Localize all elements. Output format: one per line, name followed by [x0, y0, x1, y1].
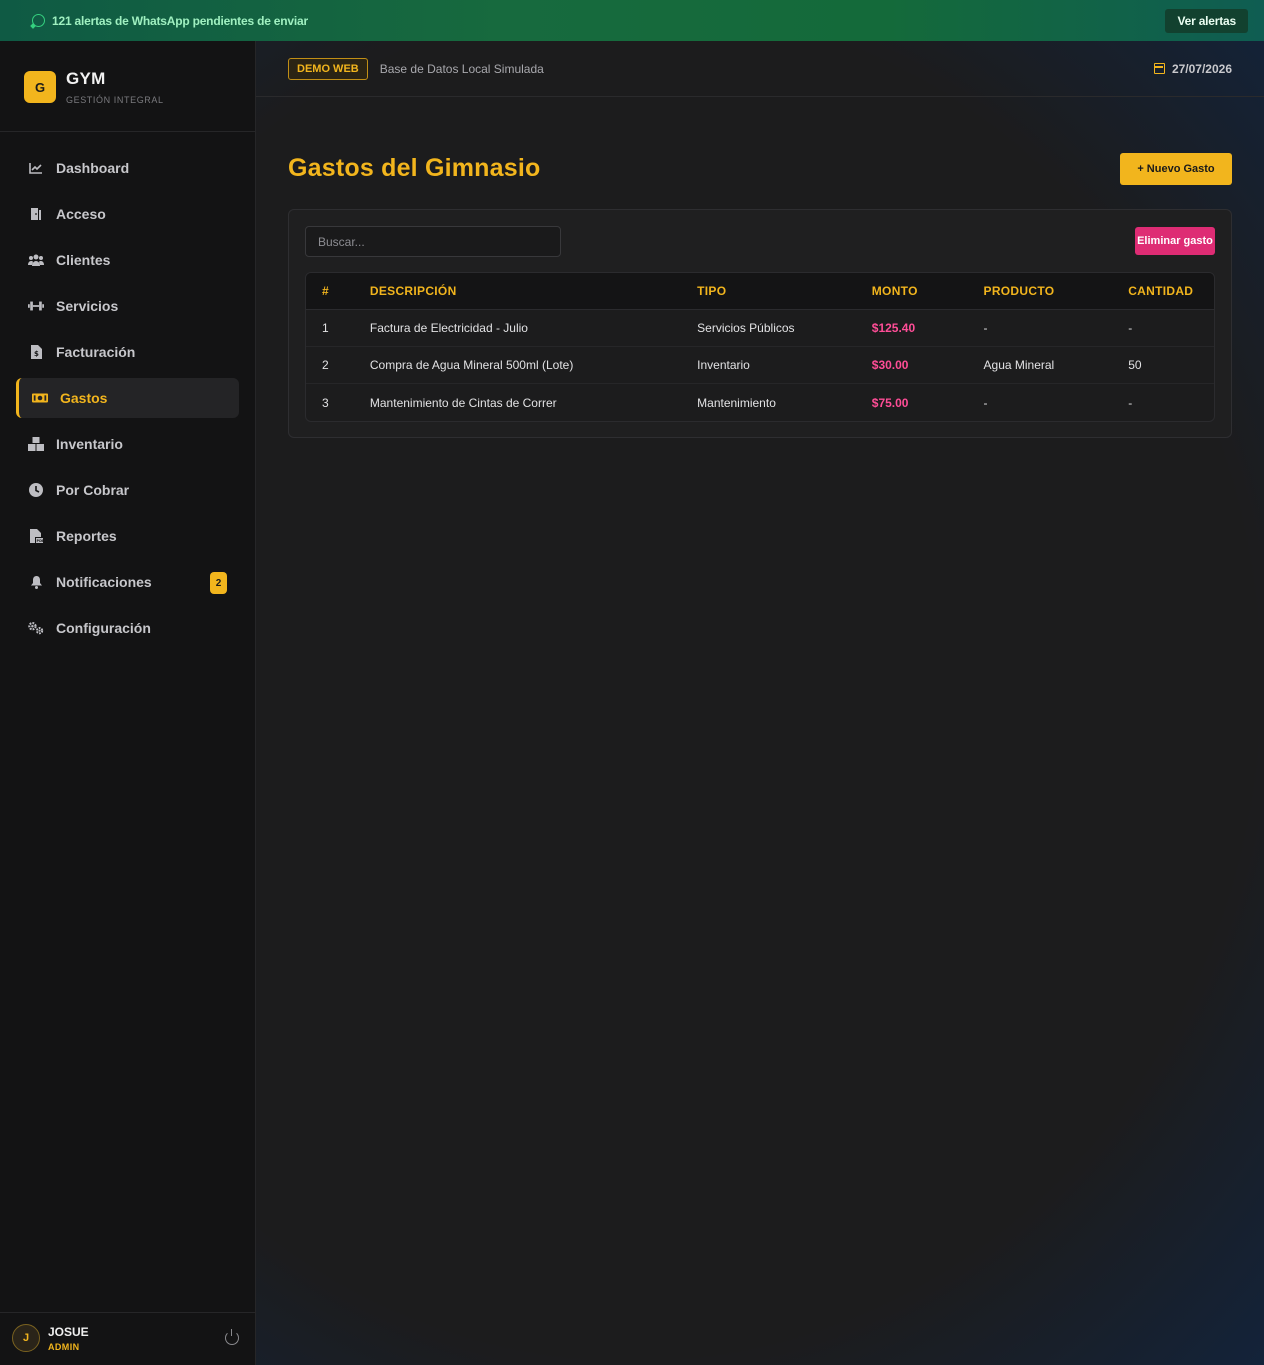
table-row[interactable]: 2 Compra de Agua Mineral 500ml (Lote) In…	[306, 347, 1214, 384]
sidebar-item-label: Inventario	[56, 436, 123, 452]
svg-text:PDF: PDF	[36, 539, 43, 543]
sidebar-item-clientes[interactable]: Clientes	[16, 240, 239, 280]
power-icon[interactable]	[225, 1329, 239, 1345]
brand-divider	[0, 131, 255, 132]
date-text: 27/07/2026	[1171, 61, 1232, 76]
user-divider	[0, 1312, 255, 1313]
column-header-product[interactable]: PRODUCTO	[984, 284, 1129, 298]
gears-icon	[28, 621, 44, 635]
sidebar-item-notificaciones[interactable]: Notificaciones 2	[16, 562, 239, 602]
sidebar-item-label: Clientes	[56, 252, 111, 268]
invoice-icon: $	[28, 345, 44, 359]
cell-quantity: -	[1128, 395, 1133, 410]
cell-product: Agua Mineral	[983, 358, 1055, 372]
demo-badge: DEMO WEB	[288, 57, 368, 80]
database-status: Base de Datos Local Simulada	[379, 61, 544, 76]
sidebar-item-reportes[interactable]: PDF Reportes	[16, 516, 239, 556]
app-window: 121 alertas de WhatsApp pendientes de en…	[0, 0, 1264, 1365]
brand-logo: G	[24, 71, 56, 103]
cell-amount: $75.00	[871, 395, 909, 410]
search-input[interactable]	[305, 226, 561, 257]
sidebar-item-label: Notificaciones	[56, 574, 152, 590]
user-profile[interactable]: J JOSUE ADMIN	[12, 1324, 89, 1352]
cell-number: 3	[322, 395, 329, 410]
boxes-icon	[28, 437, 44, 451]
view-alerts-button[interactable]: Ver alertas	[1165, 8, 1248, 33]
user-role: ADMIN	[48, 1341, 80, 1352]
sidebar-item-label: Configuración	[56, 620, 151, 636]
money-icon	[32, 391, 48, 405]
sidebar-item-gastos[interactable]: Gastos	[16, 378, 239, 418]
expenses-table: # DESCRIPCIÓN TIPO MONTO PRODUCTO CANTID…	[305, 272, 1215, 422]
brand-subtitle: GESTIÓN INTEGRAL	[66, 95, 164, 105]
cell-description: Factura de Electricidad - Julio	[369, 321, 528, 335]
table-row[interactable]: 3 Mantenimiento de Cintas de Correr Mant…	[306, 384, 1214, 421]
sidebar-item-inventario[interactable]: Inventario	[16, 424, 239, 464]
cell-description: Mantenimiento de Cintas de Correr	[369, 395, 557, 410]
svg-text:$: $	[34, 350, 39, 358]
sidebar-item-acceso[interactable]: Acceso	[16, 194, 239, 234]
whatsapp-icon	[32, 14, 45, 27]
sidebar-item-servicios[interactable]: Servicios	[16, 286, 239, 326]
sidebar-item-label: Dashboard	[56, 160, 130, 176]
sidebar-item-label: Por Cobrar	[56, 482, 130, 498]
cell-quantity: 50	[1128, 358, 1142, 372]
dumbbell-icon	[28, 299, 44, 313]
column-header-description[interactable]: DESCRIPCIÓN	[370, 284, 697, 298]
delete-expense-button[interactable]: Eliminar gasto	[1135, 227, 1215, 255]
sidebar-item-label: Reportes	[56, 528, 117, 544]
sidebar-item-label: Acceso	[56, 206, 106, 222]
table-header: # DESCRIPCIÓN TIPO MONTO PRODUCTO CANTID…	[306, 273, 1214, 310]
column-header-type[interactable]: TIPO	[697, 284, 872, 298]
cell-description: Compra de Agua Mineral 500ml (Lote)	[369, 358, 574, 372]
current-date: 27/07/2026	[1153, 61, 1232, 76]
expenses-card: Eliminar gasto # DESCRIPCIÓN TIPO MONTO …	[288, 209, 1232, 438]
cell-number: 1	[322, 321, 329, 335]
sidebar-item-label: Gastos	[60, 390, 108, 406]
door-icon	[28, 207, 44, 221]
sidebar-item-label: Servicios	[56, 298, 119, 314]
brand-name: GYM	[66, 69, 106, 88]
sidebar-item-dashboard[interactable]: Dashboard	[16, 148, 239, 188]
table-row[interactable]: 1 Factura de Electricidad - Julio Servic…	[306, 310, 1214, 347]
new-expense-button[interactable]: + Nuevo Gasto	[1120, 153, 1232, 185]
user-name: JOSUE	[48, 1324, 89, 1339]
notification-count-badge: 2	[210, 572, 227, 594]
brand[interactable]: G GYM GESTIÓN INTEGRAL	[24, 69, 164, 105]
cell-amount: $30.00	[871, 358, 909, 372]
bell-icon	[28, 575, 44, 589]
sidebar-nav: Dashboard Acceso Clientes Servicios $ Fa…	[16, 148, 239, 654]
cell-type: Servicios Públicos	[697, 321, 795, 335]
chart-line-icon	[28, 161, 44, 175]
users-icon	[28, 253, 44, 267]
sidebar-item-facturacion[interactable]: $ Facturación	[16, 332, 239, 372]
sidebar-item-configuracion[interactable]: Configuración	[16, 608, 239, 648]
top-header: DEMO WEB Base de Datos Local Simulada 27…	[256, 41, 1264, 97]
sidebar: G GYM GESTIÓN INTEGRAL Dashboard Acceso	[0, 41, 256, 1365]
alert-text: 121 alertas de WhatsApp pendientes de en…	[52, 13, 308, 28]
clock-icon	[28, 483, 44, 497]
cell-quantity: -	[1128, 321, 1133, 335]
page-title: Gastos del Gimnasio	[288, 154, 541, 182]
sidebar-item-label: Facturación	[56, 344, 136, 360]
cell-type: Mantenimiento	[697, 395, 776, 410]
cell-type: Inventario	[697, 358, 750, 372]
whatsapp-alert-bar: 121 alertas de WhatsApp pendientes de en…	[0, 0, 1264, 41]
cell-amount: $125.40	[871, 321, 916, 335]
column-header-amount[interactable]: MONTO	[872, 284, 984, 298]
column-header-number[interactable]: #	[306, 284, 370, 298]
calendar-icon	[1153, 63, 1165, 74]
cell-product: -	[983, 395, 988, 410]
avatar: J	[12, 1324, 40, 1352]
file-pdf-icon: PDF	[28, 529, 44, 543]
cell-number: 2	[322, 358, 329, 372]
column-header-quantity[interactable]: CANTIDAD	[1128, 284, 1214, 298]
sidebar-item-por-cobrar[interactable]: Por Cobrar	[16, 470, 239, 510]
cell-product: -	[983, 321, 988, 335]
